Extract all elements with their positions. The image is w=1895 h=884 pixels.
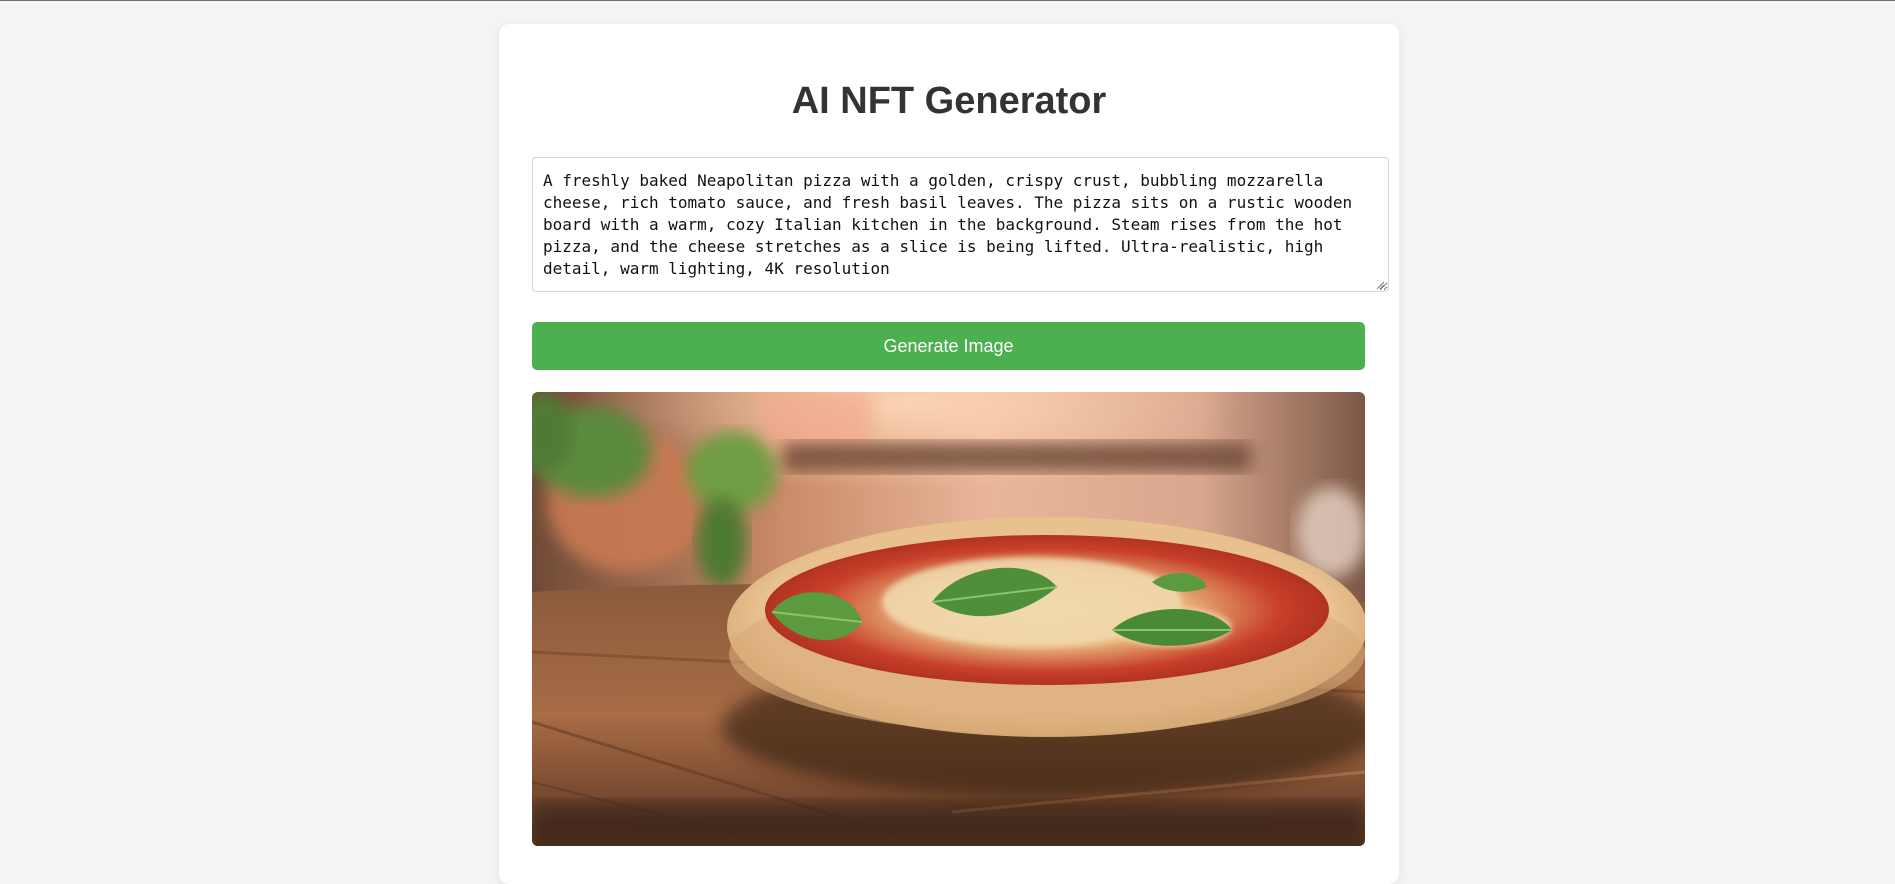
prompt-textarea[interactable]: A freshly baked Neapolitan pizza with a … [532, 157, 1389, 292]
generated-image [532, 392, 1365, 846]
window-top-border [0, 0, 1895, 1]
generator-card: AI NFT Generator A freshly baked Neapoli… [499, 24, 1399, 884]
resize-handle-icon[interactable] [1375, 280, 1385, 290]
page-title: AI NFT Generator [791, 80, 1107, 122]
generate-image-button[interactable]: Generate Image [532, 322, 1365, 370]
pizza-image [532, 392, 1365, 846]
